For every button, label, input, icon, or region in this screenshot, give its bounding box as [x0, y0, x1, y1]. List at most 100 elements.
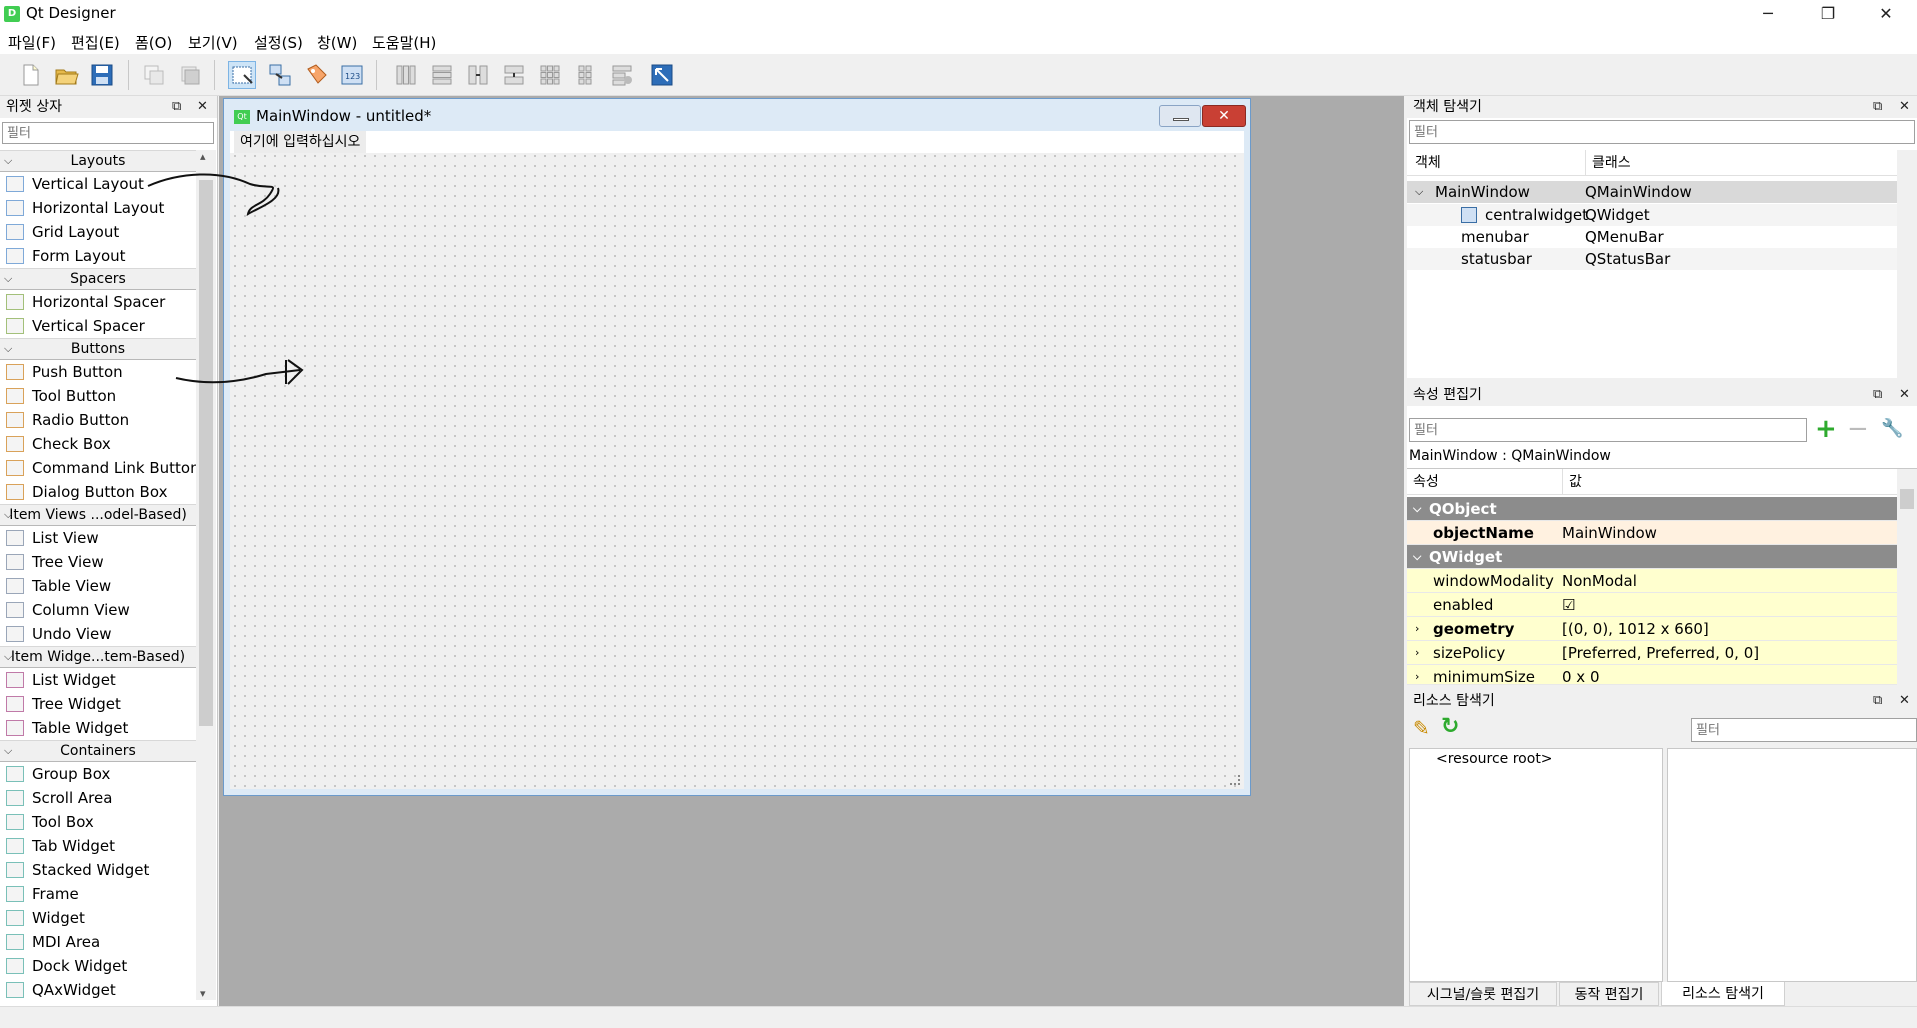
widget-item[interactable]: Tool Box: [0, 810, 196, 834]
widget-item[interactable]: List Widget: [0, 668, 196, 692]
tab-signal-slot-editor[interactable]: 시그널/슬롯 편집기: [1409, 982, 1557, 1006]
chevron-right-icon[interactable]: ›: [1415, 665, 1419, 684]
chevron-down-icon[interactable]: ⌵: [4, 741, 12, 761]
close-icon[interactable]: ✕: [197, 96, 208, 118]
form-window[interactable]: Qt MainWindow - untitled* ✕ 여기에 입력하십시오: [223, 98, 1251, 796]
property-row[interactable]: objectName MainWindow: [1407, 521, 1897, 545]
scroll-down-icon[interactable]: ▾: [200, 987, 206, 1000]
close-icon[interactable]: ✕: [1899, 690, 1910, 712]
new-file-icon[interactable]: [16, 61, 44, 89]
chevron-down-icon[interactable]: ⌵: [4, 151, 12, 171]
float-icon[interactable]: ⧉: [172, 96, 181, 118]
widget-item[interactable]: Dialog Button Box: [0, 480, 196, 504]
close-button[interactable]: ✕: [1858, 0, 1914, 28]
menu-settings[interactable]: 설정(S): [254, 32, 303, 53]
save-icon[interactable]: [88, 61, 116, 89]
column-object[interactable]: 객체: [1415, 150, 1441, 176]
widget-item[interactable]: Undo View: [0, 622, 196, 646]
property-row[interactable]: enabled ☑: [1407, 593, 1897, 617]
layout-vertical-icon[interactable]: [428, 61, 456, 89]
widget-item[interactable]: Tree Widget: [0, 692, 196, 716]
configure-icon[interactable]: 🔧: [1881, 418, 1903, 439]
widget-item[interactable]: MDI Area: [0, 930, 196, 954]
widget-item[interactable]: Command Link Button: [0, 456, 196, 480]
menu-window[interactable]: 창(W): [317, 32, 357, 53]
object-tree-scrollbar[interactable]: [1897, 150, 1917, 378]
chevron-down-icon[interactable]: ⌵: [1413, 497, 1421, 521]
float-icon[interactable]: ⧉: [1873, 690, 1882, 712]
widget-filter-input[interactable]: [2, 122, 214, 144]
edit-tab-order-icon[interactable]: 123: [338, 61, 366, 89]
widget-item[interactable]: Dock Widget: [0, 954, 196, 978]
widget-item[interactable]: List View: [0, 526, 196, 550]
column-value[interactable]: 값: [1562, 469, 1582, 495]
widget-item[interactable]: Column View: [0, 598, 196, 622]
form-canvas[interactable]: 여기에 입력하십시오: [230, 131, 1244, 789]
property-scrollbar[interactable]: [1897, 469, 1917, 685]
resource-tree[interactable]: <resource root>: [1409, 748, 1663, 982]
chevron-down-icon[interactable]: ⌵: [4, 339, 12, 359]
tree-row[interactable]: menubar QMenuBar: [1407, 226, 1897, 248]
tree-row[interactable]: centralwidget QWidget: [1407, 204, 1897, 226]
property-group-qobject[interactable]: ⌵ QObject: [1407, 497, 1897, 521]
chevron-right-icon[interactable]: ›: [1415, 617, 1419, 641]
column-class[interactable]: 클래스: [1585, 150, 1631, 176]
widget-item[interactable]: Scroll Area: [0, 786, 196, 810]
widget-item[interactable]: Check Box: [0, 432, 196, 456]
resize-grip-icon[interactable]: [1230, 775, 1240, 785]
property-row[interactable]: › sizePolicy [Preferred, Preferred, 0, 0…: [1407, 641, 1897, 665]
chevron-down-icon[interactable]: ⌵: [1413, 545, 1421, 569]
copy-icon[interactable]: [140, 61, 168, 89]
adjust-size-icon[interactable]: [648, 61, 676, 89]
layout-v-splitter-icon[interactable]: [500, 61, 528, 89]
close-icon[interactable]: ✕: [1899, 384, 1910, 406]
reload-icon[interactable]: ↻: [1441, 714, 1459, 739]
remove-property-icon[interactable]: −: [1847, 414, 1869, 444]
chevron-right-icon[interactable]: ›: [1415, 641, 1419, 665]
maximize-button[interactable]: ❐: [1800, 0, 1856, 28]
float-icon[interactable]: ⧉: [1873, 96, 1882, 118]
object-filter-input[interactable]: [1409, 120, 1915, 144]
widget-item[interactable]: Table Widget: [0, 716, 196, 740]
tree-row[interactable]: statusbar QStatusBar: [1407, 248, 1897, 270]
open-folder-icon[interactable]: [52, 61, 80, 89]
edit-resources-icon[interactable]: ✎: [1413, 716, 1430, 740]
column-property[interactable]: 속성: [1413, 469, 1439, 495]
category-header[interactable]: ⌵ Item Widge...tem-Based): [0, 646, 196, 668]
property-filter-input[interactable]: [1409, 418, 1807, 442]
chevron-down-icon[interactable]: ⌵: [4, 647, 12, 667]
minimize-button[interactable]: ─: [1740, 0, 1796, 28]
menu-file[interactable]: 파일(F): [8, 32, 56, 53]
property-group-qwidget[interactable]: ⌵ QWidget: [1407, 545, 1897, 569]
form-minimize-button[interactable]: [1159, 105, 1201, 127]
add-property-icon[interactable]: +: [1815, 414, 1837, 444]
menu-edit[interactable]: 편집(E): [71, 32, 120, 53]
float-icon[interactable]: ⧉: [1873, 384, 1882, 406]
tab-resource-browser[interactable]: 리소스 탐색기: [1661, 982, 1785, 1006]
property-row[interactable]: › geometry [(0, 0), 1012 x 660]: [1407, 617, 1897, 641]
widget-item[interactable]: Widget: [0, 906, 196, 930]
layout-horizontal-icon[interactable]: [392, 61, 420, 89]
type-here-menu[interactable]: 여기에 입력하십시오: [234, 131, 367, 153]
chevron-down-icon[interactable]: ⌵: [4, 269, 12, 289]
widget-item[interactable]: Table View: [0, 574, 196, 598]
resource-root[interactable]: <resource root>: [1436, 751, 1553, 767]
tree-row[interactable]: ⌵ MainWindow QMainWindow: [1407, 181, 1897, 203]
edit-signals-icon[interactable]: [266, 61, 294, 89]
break-layout-icon[interactable]: [608, 61, 636, 89]
chevron-down-icon[interactable]: ⌵: [4, 505, 12, 525]
category-header[interactable]: ⌵ Containers: [0, 740, 196, 762]
menu-form[interactable]: 폼(O): [135, 32, 172, 53]
widget-item[interactable]: Tab Widget: [0, 834, 196, 858]
chevron-down-icon[interactable]: ⌵: [1415, 181, 1423, 203]
layout-form-icon[interactable]: [572, 61, 600, 89]
layout-h-splitter-icon[interactable]: [464, 61, 492, 89]
widget-item[interactable]: Frame: [0, 882, 196, 906]
paste-icon[interactable]: [176, 61, 204, 89]
category-header[interactable]: ⌵ Item Views ...odel-Based): [0, 504, 196, 526]
widget-item[interactable]: Group Box: [0, 762, 196, 786]
tab-action-editor[interactable]: 동작 편집기: [1559, 982, 1659, 1006]
resource-filter-input[interactable]: [1691, 718, 1917, 742]
close-icon[interactable]: ✕: [1899, 96, 1910, 118]
widget-item[interactable]: QAxWidget: [0, 978, 196, 1000]
